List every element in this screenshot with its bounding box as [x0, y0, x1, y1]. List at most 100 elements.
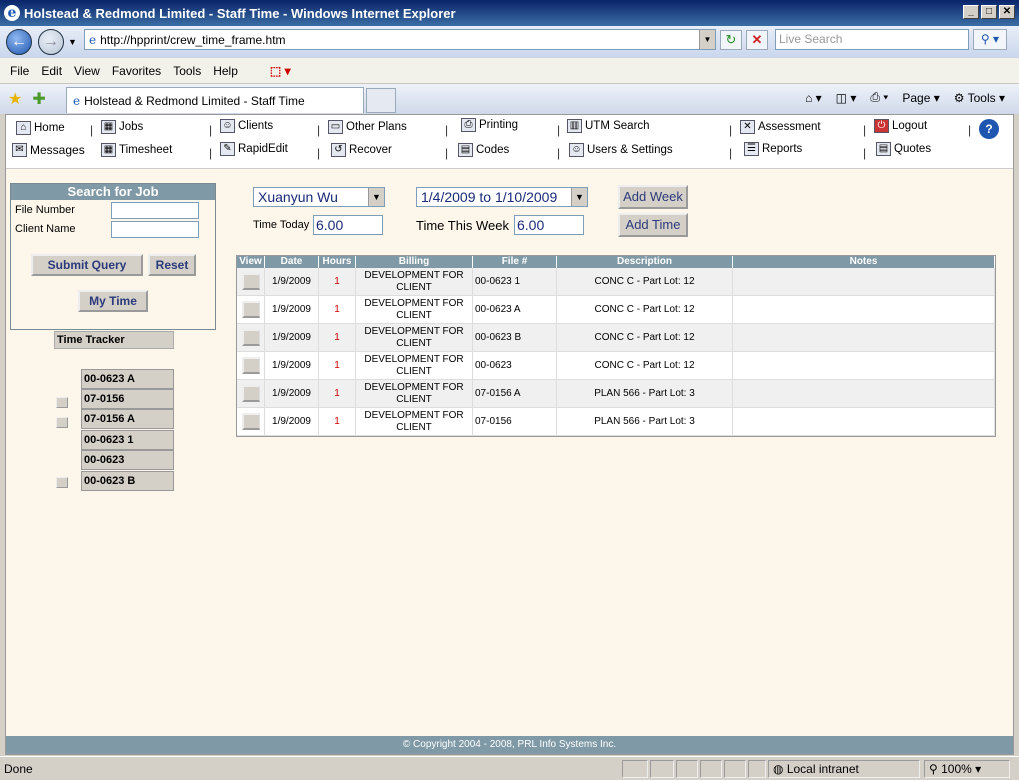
tab-bar: ★ ✚ e Holstead & Redmond Limited - Staff… [0, 84, 1019, 114]
table-header: View Date Hours Billing File # Descripti… [237, 256, 995, 268]
my-time-button[interactable]: My Time [78, 290, 148, 312]
cell-hours: 1 [319, 352, 356, 379]
tracker-item[interactable]: 07-0156 A [81, 409, 174, 429]
zoom-control[interactable]: ⚲ 100% ▾ [924, 760, 1010, 778]
ie-logo-icon: e [4, 5, 20, 21]
time-tracker-title: Time Tracker [54, 331, 174, 349]
menu-tools[interactable]: Tools [173, 64, 201, 78]
tracker-checkbox[interactable] [56, 477, 68, 488]
home-icon[interactable]: ⌂ ▾ [805, 91, 822, 105]
history-dropdown-icon[interactable]: ▼ [68, 37, 77, 47]
logout-icon: ⏻ [874, 119, 889, 133]
search-button[interactable]: ⚲ ▾ [973, 29, 1007, 50]
view-button[interactable] [241, 301, 260, 318]
add-week-button[interactable]: Add Week [618, 185, 688, 209]
address-bar: ← → ▼ e http://hpprint/crew_time_frame.h… [0, 26, 1019, 58]
tracker-item[interactable]: 07-0156 [81, 389, 174, 409]
menu-bar: File Edit View Favorites Tools Help ⬚ ▾ [0, 58, 1019, 84]
tracker-item[interactable]: 00-0623 A [81, 369, 174, 389]
page-content: ⌂ Home ▦ Jobs ☺ Clients ▭ Other Plans ⎙ Print… [5, 114, 1014, 755]
cell-notes [733, 408, 995, 435]
maximize-button[interactable]: □ [981, 5, 997, 19]
nav-users-settings[interactable]: ☺ Users & Settings [569, 143, 673, 157]
view-button[interactable] [241, 357, 260, 374]
tracker-checkbox[interactable] [56, 417, 68, 428]
nav-messages[interactable]: ✉ Messages [12, 143, 85, 157]
browser-tab[interactable]: e Holstead & Redmond Limited - Staff Tim… [66, 87, 364, 113]
cell-file: 07-0156 [473, 408, 557, 435]
cell-billing: DEVELOPMENT FOR CLIENT [356, 268, 473, 295]
add-time-button[interactable]: Add Time [618, 213, 688, 237]
nav-printing[interactable]: ⎙ Printing [461, 118, 518, 132]
nav-jobs[interactable]: ▦ Jobs [101, 120, 143, 134]
live-search-input[interactable]: Live Search [775, 29, 969, 50]
view-button[interactable] [241, 273, 260, 290]
cell-billing: DEVELOPMENT FOR CLIENT [356, 408, 473, 435]
menu-edit[interactable]: Edit [41, 64, 62, 78]
help-icon[interactable]: ? [979, 119, 999, 139]
new-tab-button[interactable] [366, 88, 396, 113]
time-today-label: Time Today [253, 219, 310, 231]
menu-favorites[interactable]: Favorites [112, 64, 161, 78]
client-name-input[interactable] [111, 221, 199, 238]
week-select[interactable]: 1/4/2009 to 1/10/2009 ▼ [416, 187, 588, 207]
tools-menu[interactable]: ⚙ Tools ▾ [954, 91, 1005, 105]
col-description: Description [557, 256, 733, 268]
submit-query-button[interactable]: Submit Query [31, 254, 143, 276]
time-week-field[interactable]: 6.00 [514, 215, 584, 235]
minimize-button[interactable]: _ [963, 5, 979, 19]
add-favorites-icon[interactable]: ✚ [32, 89, 45, 109]
nav-reports[interactable]: ☰ Reports [744, 142, 802, 156]
nav-timesheet[interactable]: ▦ Timesheet [101, 143, 172, 157]
nav-logout[interactable]: ⏻ Logout [874, 119, 927, 133]
view-button[interactable] [241, 413, 260, 430]
table-row: 1/9/2009 1 DEVELOPMENT FOR CLIENT 00-0623 1… [237, 268, 995, 296]
tracker-item[interactable]: 00-0623 [81, 450, 174, 470]
nav-assessment[interactable]: ✕ Assessment [740, 120, 821, 134]
timesheet-icon: ▦ [101, 143, 116, 157]
nav-codes[interactable]: ▤ Codes [458, 143, 509, 157]
forward-button[interactable]: → [38, 29, 64, 55]
time-entries-table: View Date Hours Billing File # Descripti… [236, 255, 996, 437]
assessment-icon: ✕ [740, 120, 755, 134]
employee-select[interactable]: Xuanyun Wu ▼ [253, 187, 385, 207]
menu-help[interactable]: Help [213, 64, 238, 78]
title-bar: e Holstead & Redmond Limited - Staff Tim… [0, 0, 1019, 26]
table-row: 1/9/2009 1 DEVELOPMENT FOR CLIENT 00-0623 A… [237, 296, 995, 324]
print-icon[interactable]: ⎙ ▾ [870, 90, 888, 105]
file-number-input[interactable] [111, 202, 199, 219]
url-dropdown-icon[interactable]: ▼ [699, 30, 715, 49]
table-row: 1/9/2009 1 DEVELOPMENT FOR CLIENT 00-0623 CO… [237, 352, 995, 380]
tracker-checkbox[interactable] [56, 397, 68, 408]
nav-other-plans[interactable]: ▭ Other Plans [328, 120, 407, 134]
nav-recover[interactable]: ↺ Recover [331, 143, 392, 157]
menu-view[interactable]: View [74, 64, 100, 78]
cell-notes [733, 268, 995, 295]
nav-rapidedit[interactable]: ✎ RapidEdit [220, 142, 288, 156]
nav-home[interactable]: ⌂ Home [16, 121, 65, 135]
pdf-icon[interactable]: ⬚ ▾ [270, 64, 291, 78]
menu-file[interactable]: File [10, 64, 29, 78]
time-today-field[interactable]: 6.00 [313, 215, 383, 235]
close-button[interactable]: ✕ [999, 5, 1015, 19]
stop-button[interactable]: ✕ [746, 30, 768, 50]
page-menu[interactable]: Page ▾ [902, 91, 939, 105]
app-nav: ⌂ Home ▦ Jobs ☺ Clients ▭ Other Plans ⎙ Print… [6, 115, 1013, 169]
nav-utm-search[interactable]: ▥ UTM Search [567, 119, 650, 133]
feeds-icon[interactable]: ◫ ▾ [836, 91, 857, 105]
favorites-star-icon[interactable]: ★ [8, 89, 22, 109]
view-button[interactable] [241, 329, 260, 346]
cell-file: 00-0623 B [473, 324, 557, 351]
cell-billing: DEVELOPMENT FOR CLIENT [356, 380, 473, 407]
nav-clients[interactable]: ☺ Clients [220, 119, 273, 133]
tracker-item[interactable]: 00-0623 B [81, 471, 174, 491]
nav-quotes[interactable]: ▤ Quotes [876, 142, 931, 156]
copyright-footer: © Copyright 2004 - 2008, PRL Info System… [6, 736, 1013, 754]
refresh-button[interactable]: ↻ [720, 30, 742, 50]
back-button[interactable]: ← [6, 29, 32, 55]
tracker-item[interactable]: 00-0623 1 [81, 430, 174, 450]
reset-button[interactable]: Reset [148, 254, 196, 276]
search-for-job-panel: Search for Job File Number Client Name S… [10, 183, 216, 330]
url-input[interactable]: e http://hpprint/crew_time_frame.htm ▼ [84, 29, 716, 50]
view-button[interactable] [241, 385, 260, 402]
